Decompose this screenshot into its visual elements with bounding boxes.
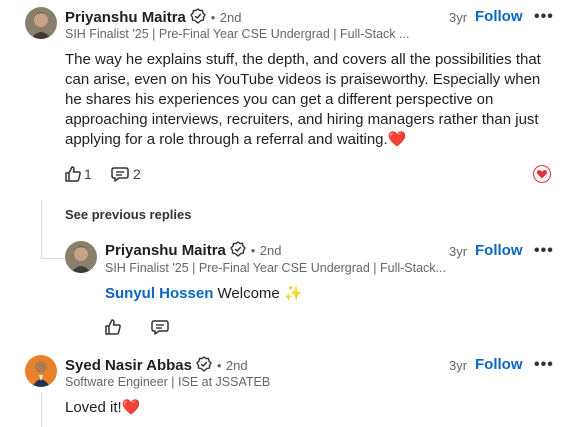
reply-body: Welcome xyxy=(213,285,284,302)
avatar[interactable] xyxy=(65,241,97,273)
connection-degree: 2nd xyxy=(219,10,242,25)
reply-button[interactable] xyxy=(111,166,129,188)
verified-icon xyxy=(230,241,247,262)
reaction-heart-icon[interactable] xyxy=(533,165,551,188)
author-name[interactable]: Syed Nasir Abbas xyxy=(65,357,192,374)
separator-dot: • xyxy=(210,10,216,25)
thumbs-up-icon xyxy=(105,319,121,335)
verified-icon xyxy=(190,8,207,29)
thumbs-up-icon xyxy=(65,166,81,182)
comment-text: The way he explains stuff, the depth, an… xyxy=(65,51,541,148)
more-options-icon[interactable]: ••• xyxy=(534,242,554,260)
thread-line xyxy=(41,200,42,258)
follow-button[interactable]: Follow xyxy=(475,8,523,25)
timestamp: 3yr xyxy=(449,10,468,25)
comment-header: Syed Nasir Abbas • 2nd xyxy=(65,356,248,377)
mention-link[interactable]: Sunyul Hossen xyxy=(105,285,213,302)
like-button[interactable] xyxy=(104,318,122,341)
sparkle-emoji: ✨ xyxy=(283,285,303,302)
like-button[interactable] xyxy=(64,165,82,188)
avatar[interactable] xyxy=(25,355,57,387)
comment-icon xyxy=(111,167,129,182)
reply-header: Priyanshu Maitra • 2nd xyxy=(105,241,282,262)
more-options-icon[interactable]: ••• xyxy=(534,356,554,374)
comment-text: Loved it!❤️ xyxy=(65,399,141,416)
comment-header: Priyanshu Maitra • 2nd xyxy=(65,8,242,29)
follow-button[interactable]: Follow xyxy=(475,356,523,373)
connection-degree: 2nd xyxy=(225,358,248,373)
author-headline: SIH Finalist '25 | Pre-Final Year CSE Un… xyxy=(65,27,410,41)
avatar[interactable] xyxy=(25,7,57,39)
connection-degree: 2nd xyxy=(259,243,282,258)
comment-icon xyxy=(151,320,169,335)
timestamp: 3yr xyxy=(449,358,468,373)
reply-text: Sunyul Hossen Welcome ✨ xyxy=(105,284,303,304)
reply-button[interactable] xyxy=(151,319,169,341)
author-headline: Software Engineer | ISE at JSSATEB xyxy=(65,375,271,389)
thread-connector xyxy=(41,258,65,259)
thread-line xyxy=(41,392,42,427)
follow-button[interactable]: Follow xyxy=(475,242,523,259)
author-headline: SIH Finalist '25 | Pre-Final Year CSE Un… xyxy=(105,261,446,275)
author-name[interactable]: Priyanshu Maitra xyxy=(105,242,226,259)
author-name[interactable]: Priyanshu Maitra xyxy=(65,9,186,26)
more-options-icon[interactable]: ••• xyxy=(534,8,554,26)
separator-dot: • xyxy=(250,243,256,258)
timestamp: 3yr xyxy=(449,244,468,259)
see-previous-replies-link[interactable]: See previous replies xyxy=(65,207,191,222)
verified-icon xyxy=(196,356,213,377)
separator-dot: • xyxy=(216,358,222,373)
reply-count: 2 xyxy=(133,166,141,182)
like-count: 1 xyxy=(84,166,92,182)
